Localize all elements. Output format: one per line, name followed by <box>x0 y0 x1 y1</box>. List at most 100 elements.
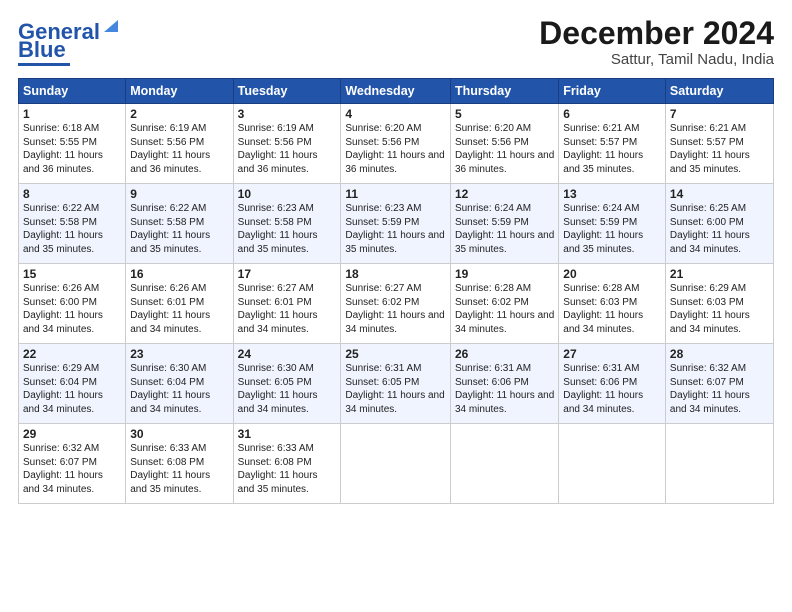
page: General Blue December 2024 Sattur, Tamil… <box>0 0 792 514</box>
day-number: 24 <box>238 347 337 361</box>
calendar-cell: 3Sunrise: 6:19 AM Sunset: 5:56 PM Daylig… <box>233 104 341 184</box>
calendar-week-2: 8 Sunrise: 6:22 AM Sunset: 5:58 PM Daylig… <box>19 184 774 264</box>
calendar-cell: 17Sunrise: 6:27 AM Sunset: 6:01 PM Dayli… <box>233 264 341 344</box>
day-number: 16 <box>130 267 228 281</box>
day-number: 22 <box>23 347 121 361</box>
calendar-cell: 26Sunrise: 6:31 AM Sunset: 6:06 PM Dayli… <box>450 344 558 424</box>
cell-info: Sunrise: 6:31 AM Sunset: 6:06 PM Dayligh… <box>563 362 661 416</box>
day-number: 15 <box>23 267 121 281</box>
calendar-header-row: Sunday Monday Tuesday Wednesday Thursday… <box>19 79 774 104</box>
cell-info: Sunrise: 6:21 AM Sunset: 5:57 PM Dayligh… <box>670 122 769 176</box>
col-sunday: Sunday <box>19 79 126 104</box>
day-number: 17 <box>238 267 337 281</box>
cell-info: Sunrise: 6:25 AM Sunset: 6:00 PM Dayligh… <box>670 202 769 256</box>
cell-info: Sunrise: 6:26 AM Sunset: 6:01 PM Dayligh… <box>130 282 228 336</box>
day-number: 18 <box>345 267 446 281</box>
calendar-cell: 25Sunrise: 6:31 AM Sunset: 6:05 PM Dayli… <box>341 344 451 424</box>
cell-info: Sunrise: 6:32 AM Sunset: 6:07 PM Dayligh… <box>23 442 121 496</box>
subtitle: Sattur, Tamil Nadu, India <box>539 51 774 68</box>
cell-info: Sunrise: 6:28 AM Sunset: 6:03 PM Dayligh… <box>563 282 661 336</box>
cell-info: Sunrise: 6:29 AM Sunset: 6:03 PM Dayligh… <box>670 282 769 336</box>
calendar-cell: 5Sunrise: 6:20 AM Sunset: 5:56 PM Daylig… <box>450 104 558 184</box>
day-number: 12 <box>455 187 554 201</box>
calendar-cell: 16Sunrise: 6:26 AM Sunset: 6:01 PM Dayli… <box>126 264 233 344</box>
logo-underline <box>18 63 70 66</box>
cell-info: Sunrise: 6:30 AM Sunset: 6:04 PM Dayligh… <box>130 362 228 416</box>
col-monday: Monday <box>126 79 233 104</box>
logo-blue-text: Blue <box>18 39 66 61</box>
cell-info: Sunrise: 6:29 AM Sunset: 6:04 PM Dayligh… <box>23 362 121 416</box>
cell-info: Sunrise: 6:33 AM Sunset: 6:08 PM Dayligh… <box>238 442 337 496</box>
cell-info: Sunrise: 6:19 AM Sunset: 5:56 PM Dayligh… <box>130 122 228 176</box>
day-number: 4 <box>345 107 446 121</box>
calendar-cell: 19Sunrise: 6:28 AM Sunset: 6:02 PM Dayli… <box>450 264 558 344</box>
cell-info: Sunrise: 6:31 AM Sunset: 6:05 PM Dayligh… <box>345 362 446 416</box>
cell-info: Sunrise: 6:24 AM Sunset: 5:59 PM Dayligh… <box>563 202 661 256</box>
calendar-cell: 21Sunrise: 6:29 AM Sunset: 6:03 PM Dayli… <box>665 264 773 344</box>
calendar-cell <box>559 424 666 504</box>
calendar-cell: 24Sunrise: 6:30 AM Sunset: 6:05 PM Dayli… <box>233 344 341 424</box>
calendar-week-5: 29Sunrise: 6:32 AM Sunset: 6:07 PM Dayli… <box>19 424 774 504</box>
cell-info: Sunrise: 6:19 AM Sunset: 5:56 PM Dayligh… <box>238 122 337 176</box>
calendar-cell: 10Sunrise: 6:23 AM Sunset: 5:58 PM Dayli… <box>233 184 341 264</box>
calendar-cell: 6Sunrise: 6:21 AM Sunset: 5:57 PM Daylig… <box>559 104 666 184</box>
day-number: 19 <box>455 267 554 281</box>
calendar-cell: 13Sunrise: 6:24 AM Sunset: 5:59 PM Dayli… <box>559 184 666 264</box>
day-number: 9 <box>130 187 228 201</box>
cell-info: Sunrise: 6:21 AM Sunset: 5:57 PM Dayligh… <box>563 122 661 176</box>
cell-info: Sunrise: 6:33 AM Sunset: 6:08 PM Dayligh… <box>130 442 228 496</box>
cell-info: Sunrise: 6:27 AM Sunset: 6:02 PM Dayligh… <box>345 282 446 336</box>
calendar-cell: 12Sunrise: 6:24 AM Sunset: 5:59 PM Dayli… <box>450 184 558 264</box>
day-number: 7 <box>670 107 769 121</box>
cell-info: Sunrise: 6:30 AM Sunset: 6:05 PM Dayligh… <box>238 362 337 416</box>
cell-info: Sunrise: 6:24 AM Sunset: 5:59 PM Dayligh… <box>455 202 554 256</box>
calendar-cell: 1Sunrise: 6:18 AM Sunset: 5:55 PM Daylig… <box>19 104 126 184</box>
day-number: 26 <box>455 347 554 361</box>
day-number: 28 <box>670 347 769 361</box>
day-number: 27 <box>563 347 661 361</box>
day-number: 14 <box>670 187 769 201</box>
calendar: Sunday Monday Tuesday Wednesday Thursday… <box>18 78 774 504</box>
day-number: 21 <box>670 267 769 281</box>
cell-info: Sunrise: 6:20 AM Sunset: 5:56 PM Dayligh… <box>345 122 446 176</box>
calendar-week-4: 22Sunrise: 6:29 AM Sunset: 6:04 PM Dayli… <box>19 344 774 424</box>
calendar-cell: 9Sunrise: 6:22 AM Sunset: 5:58 PM Daylig… <box>126 184 233 264</box>
day-number: 1 <box>23 107 121 121</box>
calendar-cell: 29Sunrise: 6:32 AM Sunset: 6:07 PM Dayli… <box>19 424 126 504</box>
day-number: 3 <box>238 107 337 121</box>
day-number: 23 <box>130 347 228 361</box>
cell-info: Sunrise: 6:18 AM Sunset: 5:55 PM Dayligh… <box>23 122 121 176</box>
calendar-cell <box>665 424 773 504</box>
day-number: 8 <box>23 187 121 201</box>
day-number: 30 <box>130 427 228 441</box>
calendar-cell: 28Sunrise: 6:32 AM Sunset: 6:07 PM Dayli… <box>665 344 773 424</box>
calendar-cell: 31Sunrise: 6:33 AM Sunset: 6:08 PM Dayli… <box>233 424 341 504</box>
calendar-week-3: 15Sunrise: 6:26 AM Sunset: 6:00 PM Dayli… <box>19 264 774 344</box>
cell-info: Sunrise: 6:23 AM Sunset: 5:58 PM Dayligh… <box>238 202 337 256</box>
day-number: 2 <box>130 107 228 121</box>
col-friday: Friday <box>559 79 666 104</box>
day-number: 31 <box>238 427 337 441</box>
col-saturday: Saturday <box>665 79 773 104</box>
calendar-cell: 2Sunrise: 6:19 AM Sunset: 5:56 PM Daylig… <box>126 104 233 184</box>
cell-info: Sunrise: 6:22 AM Sunset: 5:58 PM Dayligh… <box>130 202 228 256</box>
day-number: 13 <box>563 187 661 201</box>
calendar-cell: 27Sunrise: 6:31 AM Sunset: 6:06 PM Dayli… <box>559 344 666 424</box>
calendar-cell: 18Sunrise: 6:27 AM Sunset: 6:02 PM Dayli… <box>341 264 451 344</box>
day-number: 11 <box>345 187 446 201</box>
day-number: 5 <box>455 107 554 121</box>
day-number: 10 <box>238 187 337 201</box>
day-number: 25 <box>345 347 446 361</box>
header: General Blue December 2024 Sattur, Tamil… <box>18 16 774 68</box>
title-block: December 2024 Sattur, Tamil Nadu, India <box>539 16 774 68</box>
col-tuesday: Tuesday <box>233 79 341 104</box>
cell-info: Sunrise: 6:27 AM Sunset: 6:01 PM Dayligh… <box>238 282 337 336</box>
calendar-cell <box>450 424 558 504</box>
calendar-cell: 8Sunrise: 6:22 AM Sunset: 5:58 PM Daylig… <box>19 184 126 264</box>
logo: General Blue <box>18 16 120 66</box>
calendar-cell: 11Sunrise: 6:23 AM Sunset: 5:59 PM Dayli… <box>341 184 451 264</box>
calendar-cell: 4Sunrise: 6:20 AM Sunset: 5:56 PM Daylig… <box>341 104 451 184</box>
cell-info: Sunrise: 6:32 AM Sunset: 6:07 PM Dayligh… <box>670 362 769 416</box>
day-number: 20 <box>563 267 661 281</box>
cell-info: Sunrise: 6:31 AM Sunset: 6:06 PM Dayligh… <box>455 362 554 416</box>
